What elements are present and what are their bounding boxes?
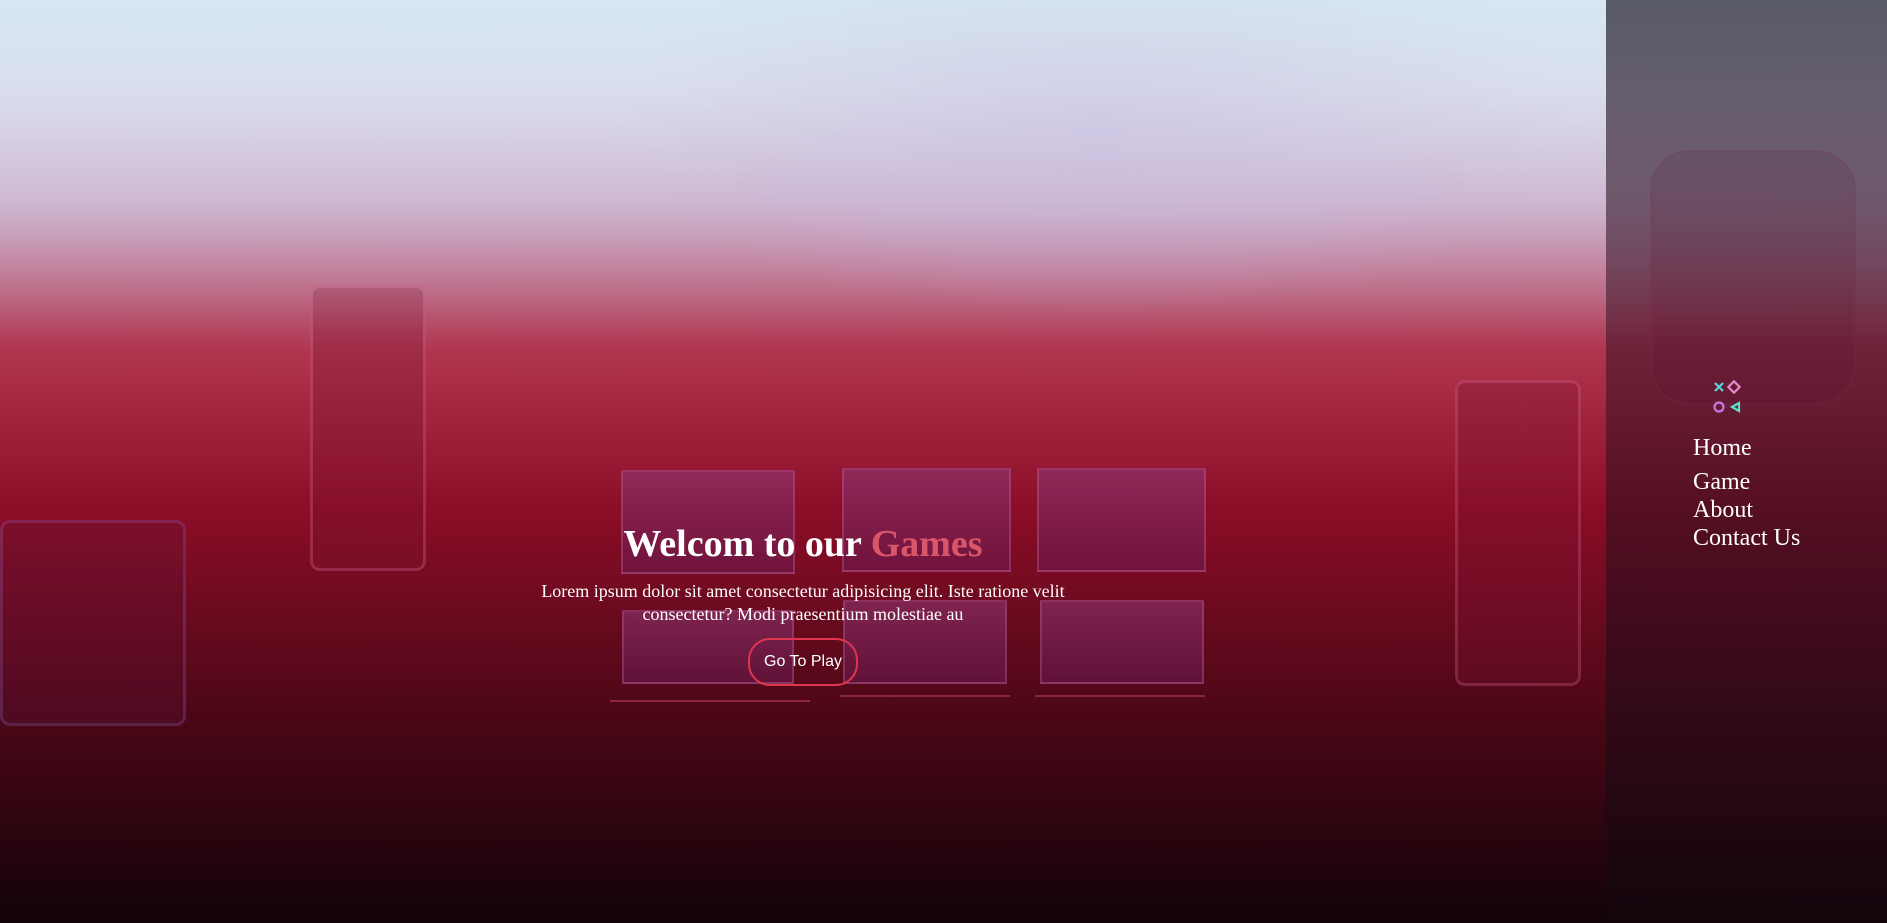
background-image: [0, 0, 1887, 923]
nav-about[interactable]: About: [1693, 496, 1800, 524]
nav-contact-us[interactable]: Contact Us: [1693, 524, 1800, 552]
hero-title: Welcom to our Games: [0, 520, 1606, 568]
nav-home[interactable]: Home: [1693, 434, 1800, 462]
hero-description: Lorem ipsum dolor sit amet consectetur a…: [541, 581, 1065, 624]
go-to-play-button[interactable]: Go To Play: [748, 638, 858, 686]
page: Home Game About Contact Us Welcom to our…: [0, 0, 1887, 923]
background-haze: [0, 0, 1887, 923]
hero-title-highlight: Games: [870, 523, 983, 565]
hero-section: Welcom to our Games Lorem ipsum dolor si…: [0, 520, 1606, 686]
gamepad-symbols-icon[interactable]: [1708, 379, 1750, 418]
hero-title-prefix: Welcom to our: [623, 523, 871, 565]
main-nav: Home Game About Contact Us: [1693, 434, 1800, 552]
nav-game[interactable]: Game: [1693, 468, 1800, 496]
